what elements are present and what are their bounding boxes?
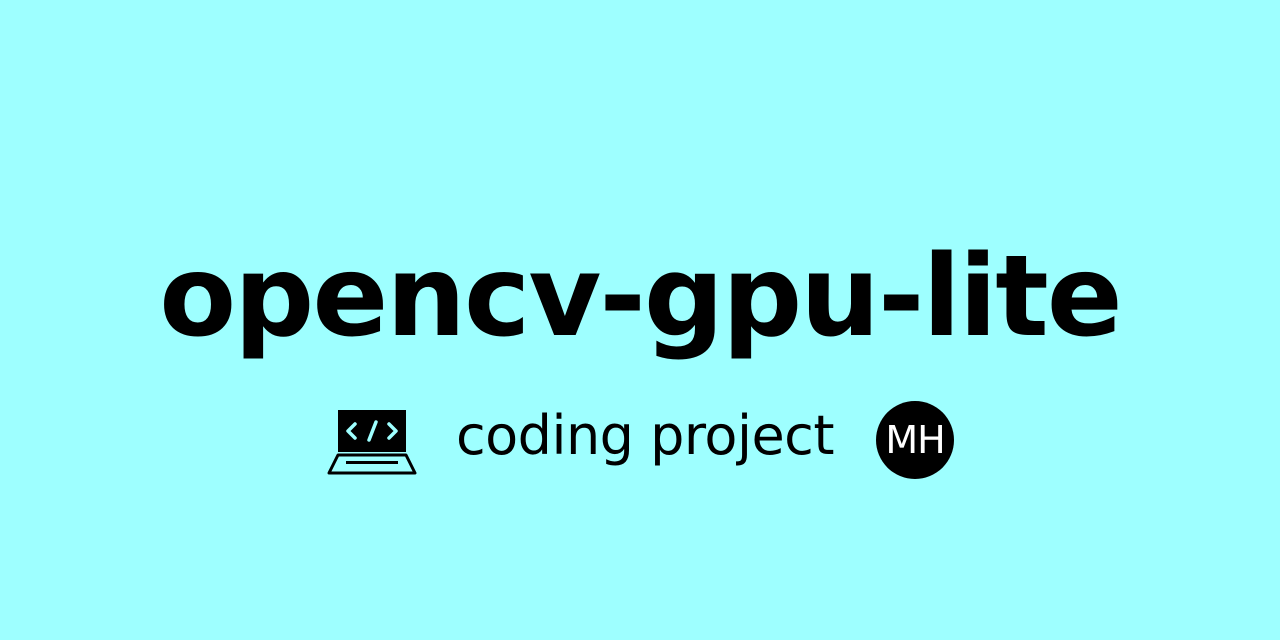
project-title: opencv-gpu-lite xyxy=(159,232,1123,362)
author-avatar: MH xyxy=(876,401,955,479)
tagline-row: coding project MH xyxy=(0,400,1280,480)
project-banner: opencv-gpu-lite coding project MH xyxy=(0,0,1280,640)
laptop-code-icon xyxy=(326,403,420,477)
project-tagline: coding project xyxy=(455,404,835,467)
